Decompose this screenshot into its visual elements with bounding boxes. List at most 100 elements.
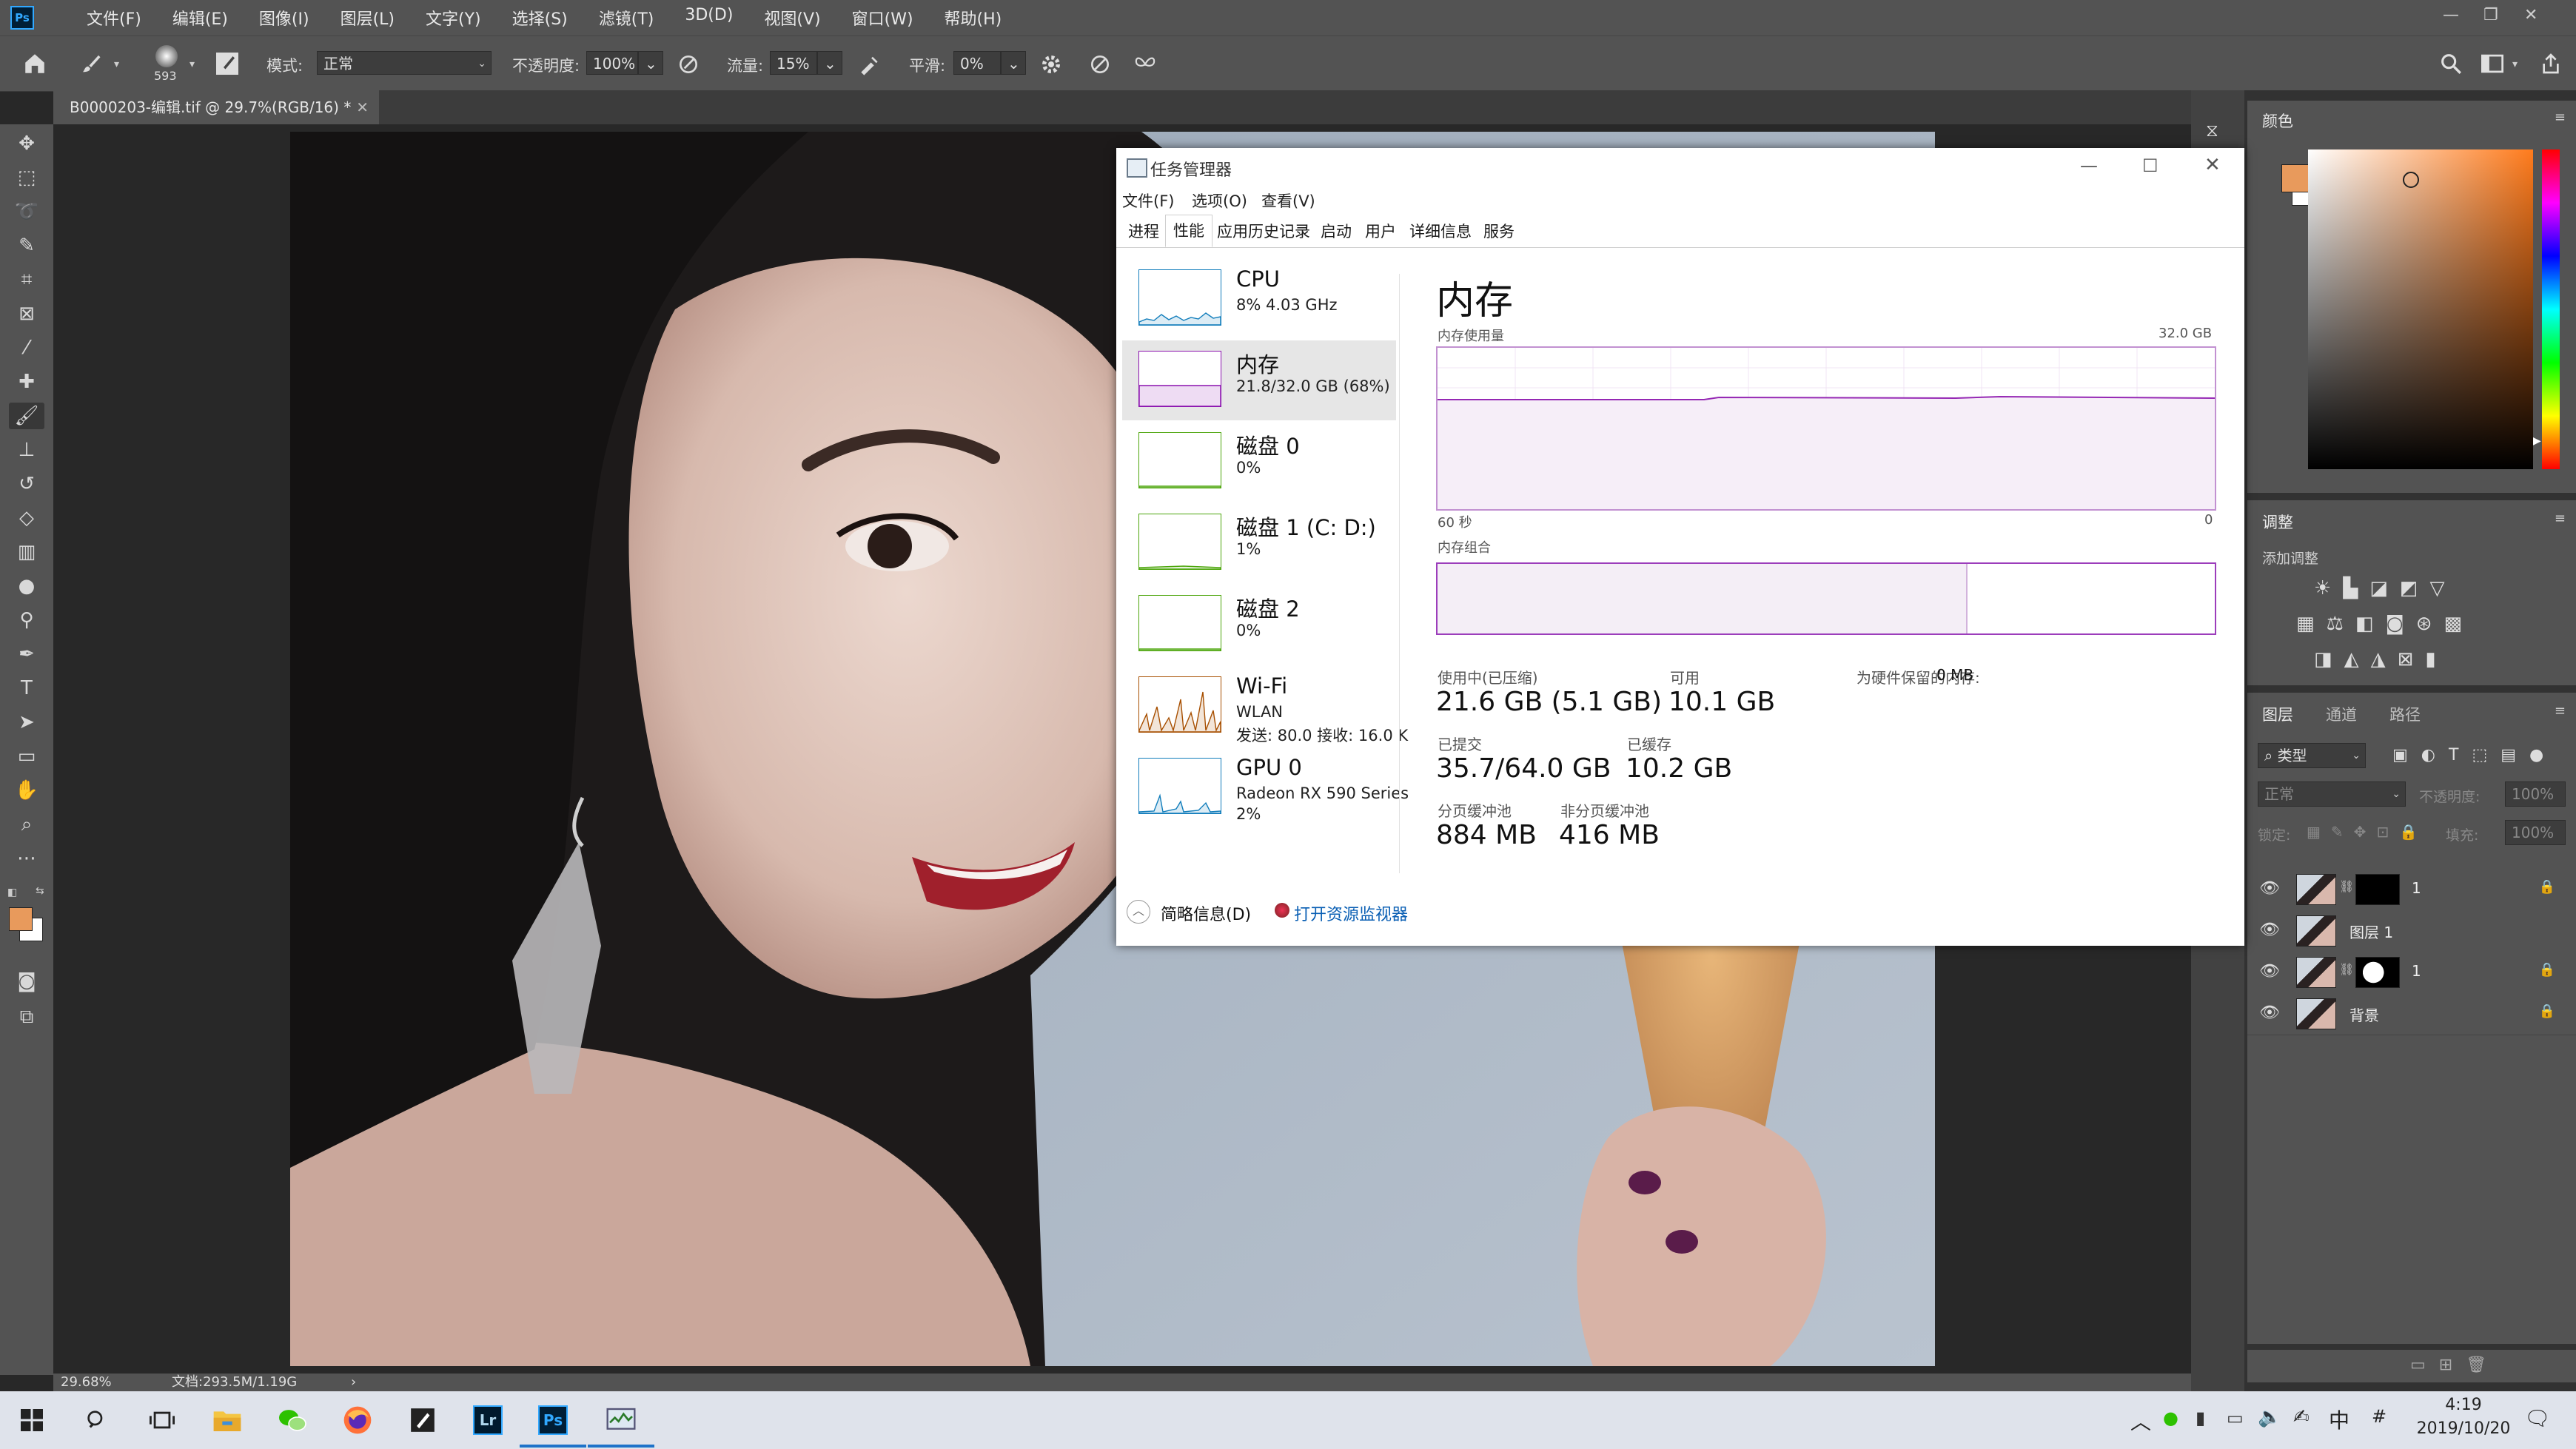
document-tab[interactable]: B0000203-编辑.tif @ 29.7%(RGB/16) * ✕ [53,90,379,124]
file-explorer-icon[interactable] [209,1402,246,1439]
pressure-opacity-icon[interactable] [677,53,700,76]
firefox-icon[interactable] [339,1402,376,1439]
resource-item[interactable]: 磁盘 1 (C: D:) 1% [1122,503,1396,583]
ime-mode-icon[interactable]: # [2372,1406,2387,1427]
layer-row[interactable]: 👁 图层 1 [2247,909,2576,952]
tm-tab[interactable]: 用户 [1358,216,1403,247]
tm-tab[interactable]: 启动 [1313,216,1359,247]
workspace-icon[interactable] [2480,53,2505,75]
tm-tab[interactable]: 应用历史记录 [1210,216,1318,247]
posterize-adjust-icon[interactable]: ◭ [2344,648,2359,670]
notification-center-icon[interactable]: 🗨 [2524,1406,2551,1430]
new-group-icon[interactable]: ▭ [2410,1356,2426,1374]
menu-item[interactable]: 文件(F) [71,6,157,30]
pressure-size-icon[interactable] [1088,53,1112,76]
layer-name[interactable]: 1 [2412,962,2421,980]
clock-date[interactable]: 2019/10/20 [2407,1419,2520,1438]
restore-icon[interactable]: ❐ [2483,6,2498,24]
color-foreground-swatch[interactable] [2281,164,2310,192]
lightroom-icon[interactable]: Lr [469,1402,506,1439]
levels-adjust-icon[interactable]: ▙ [2343,577,2358,599]
brush-preset-caret-icon[interactable]: ▾ [114,58,119,70]
blur-tool-icon[interactable]: ● [9,573,44,599]
taskbar-photoshop-icon[interactable]: Ps [520,1402,586,1448]
photo-filter-adjust-icon[interactable]: ◙ [2385,613,2404,635]
opacity-dropdown-icon[interactable]: ⌄ [638,51,663,75]
tm-tab[interactable]: 进程 [1121,216,1167,247]
smoothing-settings-gear-icon[interactable] [1039,53,1063,76]
layer-visibility-eye-icon[interactable]: 👁 [2259,1003,2280,1022]
mode-select[interactable]: 正常 ⌄ [317,51,492,75]
lock-all-icon[interactable]: 🔒 [2399,823,2418,841]
document-tab-close-icon[interactable]: ✕ [356,90,369,124]
resource-item[interactable]: Wi-Fi WLAN 发送: 80.0 接收: 16.0 K [1122,666,1408,746]
more-tools-icon[interactable]: ⋯ [9,845,44,872]
menu-item[interactable]: 编辑(E) [157,6,244,30]
photoshop-logo-icon[interactable]: Ps [10,6,34,30]
tm-close-icon[interactable]: ✕ [2204,154,2221,176]
fewer-details-link[interactable]: 简略信息(D) [1161,901,1251,925]
start-windows-icon[interactable] [13,1402,50,1439]
color-panel-menu-icon[interactable]: ≡ [2555,110,2566,125]
task-manager-titlebar[interactable]: 任务管理器 — ☐ ✕ [1116,148,2244,188]
layers-panel-menu-icon[interactable]: ≡ [2555,703,2566,719]
crop-tool-icon[interactable]: ⌗ [9,266,44,293]
color-lookup-adjust-icon[interactable]: ▩ [2444,613,2463,635]
hue-saturation-adjust-icon[interactable]: ▦ [2296,613,2315,635]
vibrance-adjust-icon[interactable]: ▽ [2429,577,2444,599]
tm-maximize-icon[interactable]: ☐ [2142,155,2159,176]
close-icon[interactable]: ✕ [2524,6,2538,24]
resource-item[interactable]: CPU 8% 4.03 GHz [1122,259,1396,339]
curves-adjust-icon[interactable]: ◪ [2369,577,2388,599]
hand-tool-icon[interactable]: ✋ [9,777,44,804]
tm-minimize-icon[interactable]: — [2080,155,2098,176]
taskbar-task-manager-icon[interactable] [588,1402,654,1448]
brightness-adjust-icon[interactable]: ☀ [2314,577,2331,599]
dodge-tool-icon[interactable]: ⚲ [9,607,44,633]
layers-tab[interactable]: 图层 [2262,703,2293,725]
ime-indicator[interactable]: 中 [2329,1405,2349,1434]
taskbar-search-icon[interactable] [78,1402,115,1439]
threshold-adjust-icon[interactable]: ◮ [2371,648,2386,670]
brush-tip-preview-icon[interactable] [155,45,178,67]
brush-tool-icon[interactable] [80,53,102,75]
layer-opacity-input[interactable]: 100% [2505,781,2566,807]
workspace-caret-icon[interactable]: ▾ [2512,58,2518,70]
flow-dropdown-icon[interactable]: ⌄ [817,51,842,75]
task-view-icon[interactable] [144,1402,181,1439]
filter-pixel-icon[interactable]: ▣ [2392,746,2408,764]
wechat-icon[interactable] [274,1402,311,1439]
filter-toggle-icon[interactable]: ● [2529,746,2543,764]
default-colors-icon[interactable]: ◧ [7,887,17,898]
layer-mask-thumbnail[interactable] [2355,957,2400,988]
layer-filter-kind-select[interactable]: ⌕ 类型 ⌄ [2258,743,2366,768]
history-brush-tool-icon[interactable]: ↺ [9,471,44,497]
tray-pen-icon[interactable]: ✍ [2293,1406,2310,1428]
layer-name[interactable]: 背景 [2349,1003,2379,1025]
tm-tab[interactable]: 服务 [1476,216,1522,247]
tray-network-icon[interactable]: ▭ [2227,1408,2244,1428]
resource-item[interactable]: 内存 21.8/32.0 GB (68%) [1122,340,1396,420]
menu-item[interactable]: 视图(V) [748,6,836,30]
eraser-tool-icon[interactable]: ◇ [9,505,44,531]
filter-smart-object-icon[interactable]: ▤ [2500,746,2516,764]
screen-mode-icon[interactable]: ⧉ [9,1003,44,1030]
status-info-menu-icon[interactable]: › [351,1374,356,1391]
layer-visibility-eye-icon[interactable]: 👁 [2259,921,2280,939]
hue-slider-handle-icon[interactable]: ▶ [2533,435,2541,447]
opacity-input[interactable]: 100% [586,51,638,75]
invert-adjust-icon[interactable]: ◨ [2314,648,2332,670]
airbrush-icon[interactable] [857,53,881,76]
menu-item[interactable]: 图像(I) [244,6,325,30]
foreground-color-swatch[interactable] [9,907,33,931]
history-panel-icon[interactable]: ⧖ [2206,120,2218,141]
layer-row[interactable]: 👁 背景 🔒 [2247,992,2576,1035]
adjustments-panel-tab[interactable]: 调整 [2262,511,2293,533]
clock-time[interactable]: 4:19 [2419,1396,2508,1414]
smoothing-input[interactable]: 0% [953,51,1001,75]
tm-tab[interactable]: 详细信息 [1402,216,1479,247]
zoom-tool-icon[interactable]: ⌕ [9,811,44,838]
gradient-tool-icon[interactable]: ▥ [9,539,44,565]
menu-item[interactable]: 窗口(W) [836,6,929,30]
tm-menu-item[interactable]: 文件(F) [1122,189,1174,212]
